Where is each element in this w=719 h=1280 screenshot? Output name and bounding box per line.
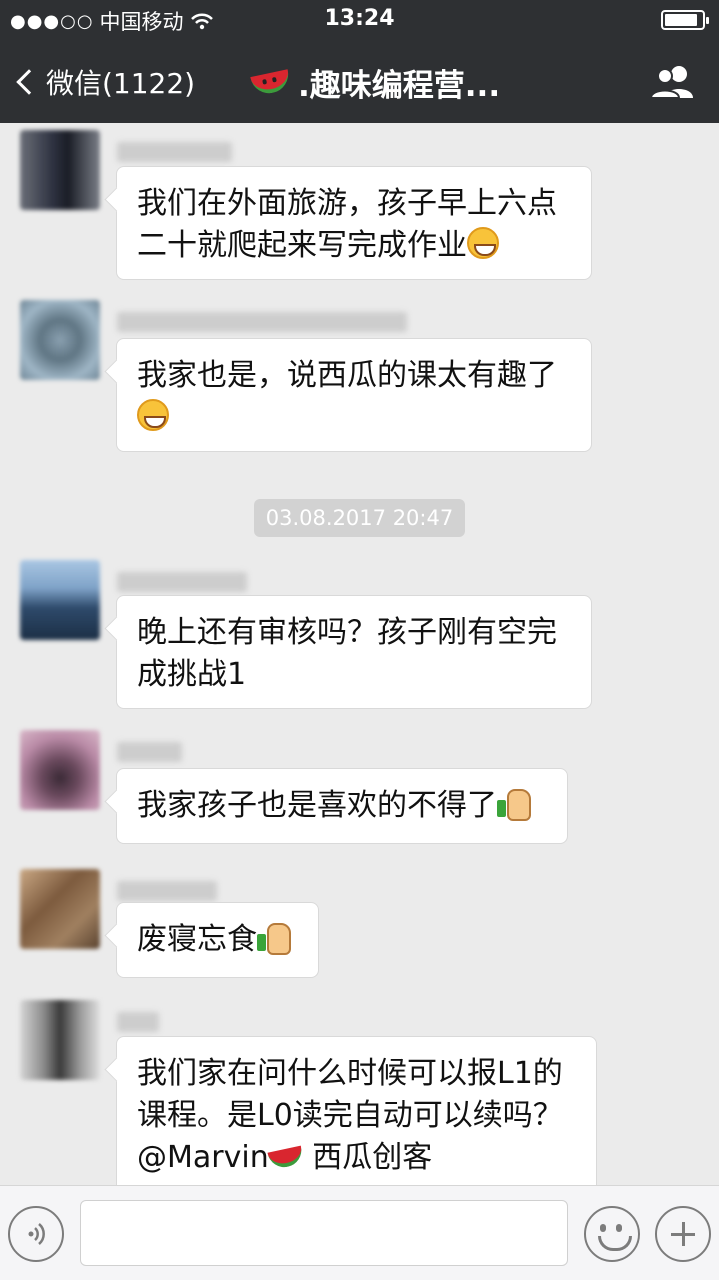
thumbs-up-emoji-icon — [497, 787, 531, 821]
message-bubble[interactable]: 晚上还有审核吗？孩子刚有空完成挑战1 — [116, 595, 592, 709]
message-bubble[interactable]: 我们在外面旅游，孩子早上六点二十就爬起来写完成作业 — [116, 166, 592, 280]
back-button[interactable]: 微信(1122) — [14, 62, 195, 102]
avatar[interactable] — [20, 1000, 100, 1080]
sender-name-blurred — [117, 142, 232, 162]
status-bar: ●●●○○ 中国移动 13:24 — [0, 0, 719, 40]
watermelon-emoji-icon — [267, 1145, 305, 1171]
battery-icon — [661, 10, 709, 30]
sender-name-blurred — [117, 742, 182, 762]
thumbs-up-emoji-icon — [257, 921, 291, 955]
group-members-icon[interactable] — [649, 64, 697, 100]
chevron-left-icon — [16, 69, 42, 95]
avatar[interactable] — [20, 730, 100, 810]
emoji-face-icon[interactable] — [584, 1206, 640, 1262]
message-text: 晚上还有审核吗？孩子刚有空完成挑战1 — [137, 615, 557, 692]
avatar[interactable] — [20, 560, 100, 640]
sender-name-blurred — [117, 572, 247, 592]
sender-name-blurred — [117, 312, 407, 332]
message-input[interactable] — [80, 1200, 568, 1266]
message-text-suffix: 西瓜创客 — [302, 1140, 433, 1175]
navigation-bar: 微信(1122) .趣味编程营... — [0, 48, 719, 118]
sender-name-blurred — [117, 1012, 159, 1032]
grinning-emoji-icon — [137, 399, 169, 431]
message-text: 我家孩子也是喜欢的不得了 — [137, 788, 497, 823]
avatar[interactable] — [20, 869, 100, 949]
message-bubble[interactable]: 我家孩子也是喜欢的不得了 — [116, 768, 568, 844]
message-bubble[interactable]: 我们家在问什么时候可以报L1的课程。是L0读完自动可以续吗？@Marvin 西瓜… — [116, 1036, 597, 1185]
avatar[interactable] — [20, 130, 100, 210]
message-text: 废寝忘食 — [137, 922, 257, 957]
plus-icon[interactable] — [655, 1206, 711, 1262]
top-bar: ●●●○○ 中国移动 13:24 微信(1122) .趣味编程营... — [0, 0, 719, 123]
message-text: 我家也是，说西瓜的课太有趣了 — [137, 358, 557, 393]
avatar[interactable] — [20, 300, 100, 380]
voice-button[interactable] — [8, 1206, 64, 1262]
input-toolbar — [0, 1185, 719, 1280]
chat-title: .趣味编程营... — [250, 60, 501, 105]
chat-messages[interactable]: 我们在外面旅游，孩子早上六点二十就爬起来写完成作业 我家也是，说西瓜的课太有趣了… — [0, 123, 719, 1185]
back-label: 微信(1122) — [46, 67, 196, 100]
watermelon-icon — [250, 68, 292, 97]
chat-title-text: .趣味编程营... — [298, 68, 501, 104]
timestamp: 03.08.2017 20:47 — [254, 499, 465, 537]
clock: 13:24 — [324, 6, 395, 31]
message-bubble[interactable]: 废寝忘食 — [116, 902, 319, 978]
voice-icon — [28, 1223, 45, 1245]
grinning-emoji-icon — [467, 227, 499, 259]
sender-name-blurred — [117, 881, 217, 901]
message-bubble[interactable]: 我家也是，说西瓜的课太有趣了 — [116, 338, 592, 452]
